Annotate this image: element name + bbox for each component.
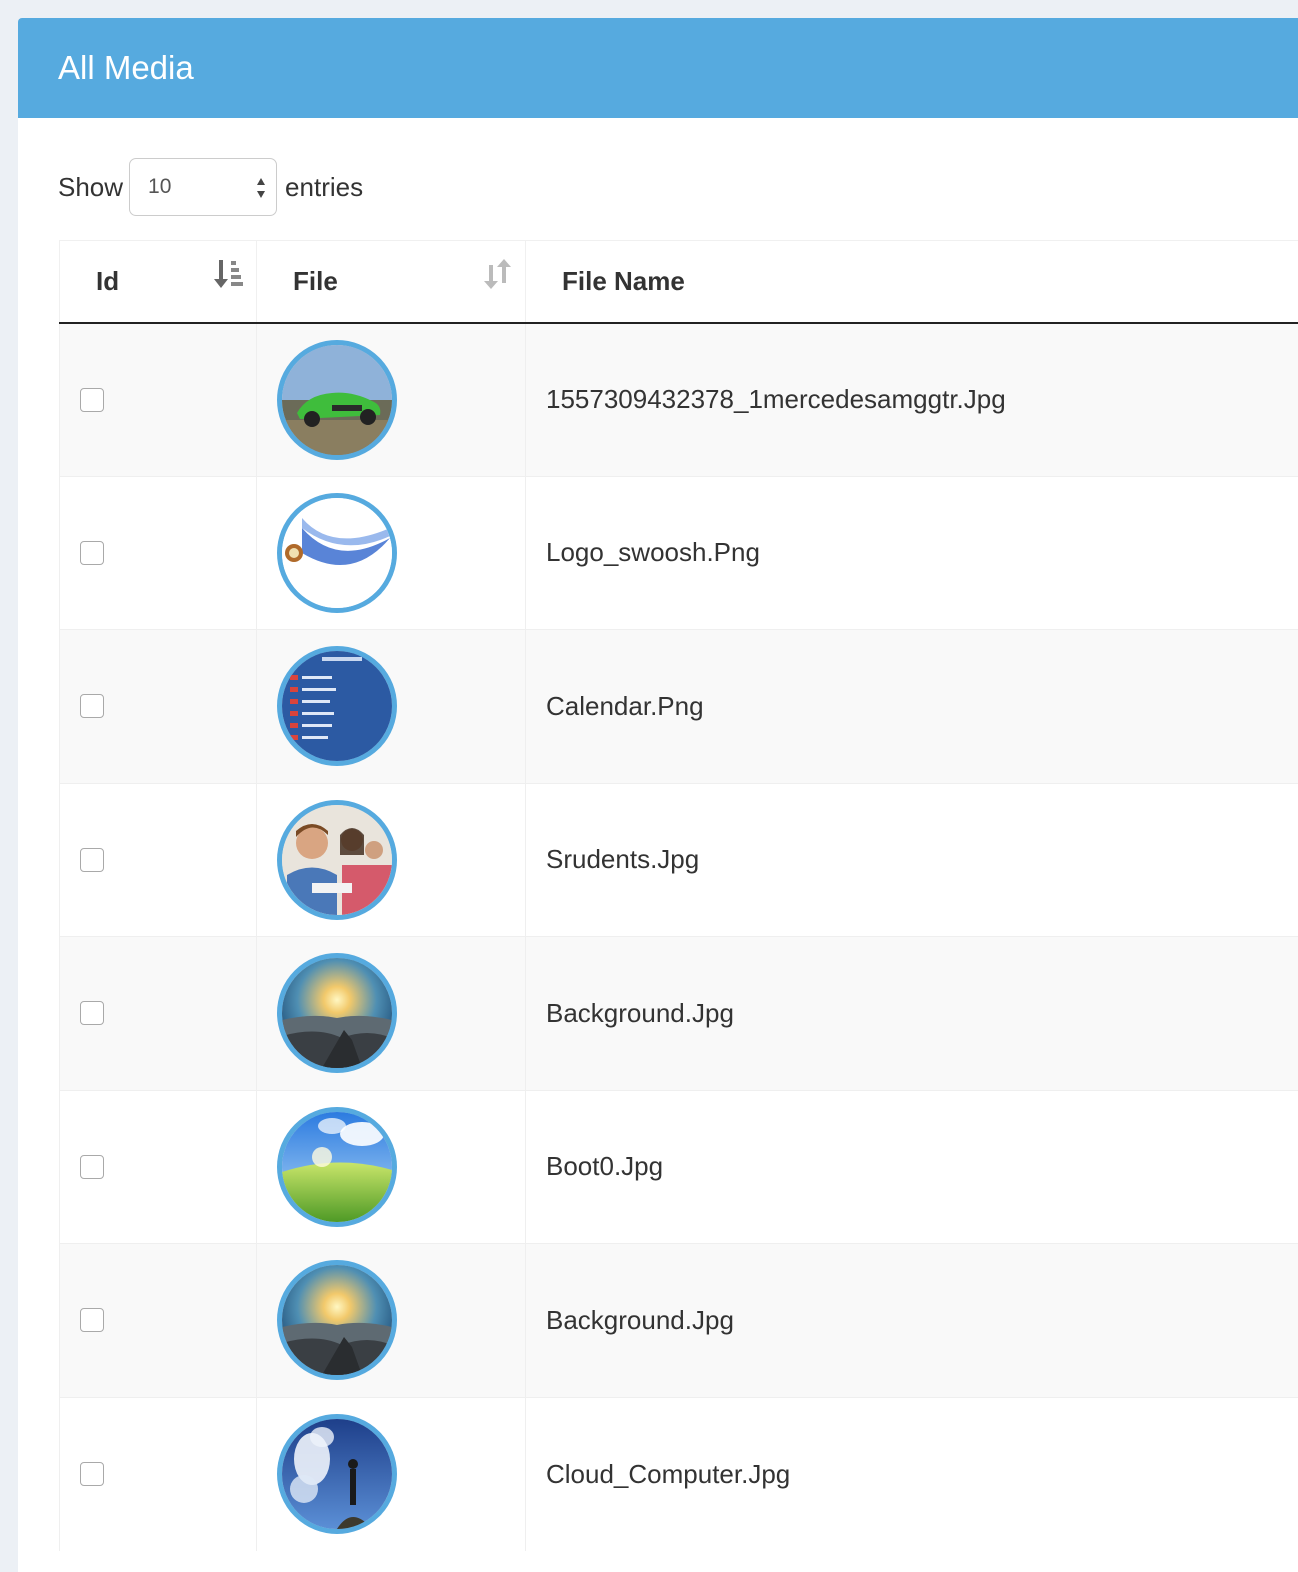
row-checkbox[interactable] xyxy=(80,1462,104,1486)
table-row: Logo_swoosh.Png xyxy=(59,475,1298,630)
show-label: Show xyxy=(58,171,124,202)
table-row: Srudents.Jpg xyxy=(59,782,1298,937)
mountain-sunrise-image xyxy=(277,953,397,1074)
media-table: Id File File Name 1557309432378_1mercede… xyxy=(59,240,1298,1551)
file-name-cell: Cloud_Computer.Jpg xyxy=(525,1396,1298,1551)
entries-select-value: 10 xyxy=(148,175,172,198)
sort-both-icon xyxy=(484,259,511,289)
media-panel: All Media Show 10 entries Id File File N… xyxy=(18,18,1298,1572)
file-name-cell: Logo_swoosh.Png xyxy=(525,475,1298,630)
green-hill-sky-image xyxy=(277,1106,397,1227)
row-checkbox[interactable] xyxy=(80,1308,104,1333)
mountain-sunrise-image xyxy=(277,1260,397,1381)
students-image xyxy=(277,799,397,920)
blue-swoosh-logo-image xyxy=(277,492,397,613)
calendar-image xyxy=(277,646,397,767)
table-row: Background.Jpg xyxy=(59,936,1298,1090)
table-header-row: Id File File Name xyxy=(59,240,1298,324)
cloud-person-image xyxy=(277,1414,397,1534)
file-name-cell: Background.Jpg xyxy=(525,1243,1298,1397)
select-arrows-icon xyxy=(257,178,266,198)
table-row: Calendar.Png xyxy=(59,629,1298,783)
column-header-id[interactable]: Id xyxy=(59,240,257,324)
column-header-file-name-label: File Name xyxy=(562,265,685,296)
sort-ascending-icon xyxy=(214,260,243,288)
file-name-cell: 1557309432378_1mercedesamggtr.Jpg xyxy=(525,322,1298,476)
row-checkbox[interactable] xyxy=(80,694,104,719)
row-checkbox[interactable] xyxy=(80,387,104,412)
table-row: 1557309432378_1mercedesamggtr.Jpg xyxy=(59,322,1298,476)
file-name-cell: Srudents.Jpg xyxy=(525,782,1298,937)
file-name-cell: Background.Jpg xyxy=(525,936,1298,1090)
row-checkbox[interactable] xyxy=(80,847,104,872)
column-header-file-label: File xyxy=(293,265,338,296)
entries-label: entries xyxy=(285,171,364,202)
green-car-image xyxy=(277,339,397,460)
table-row: Boot0.Jpg xyxy=(59,1089,1298,1244)
table-row: Background.Jpg xyxy=(59,1243,1298,1397)
entries-select[interactable]: 10 xyxy=(129,158,278,216)
column-header-file[interactable]: File xyxy=(256,240,526,324)
panel-title: All Media xyxy=(58,49,194,86)
column-header-file-name: File Name xyxy=(525,240,1298,324)
row-checkbox[interactable] xyxy=(80,1001,104,1026)
file-name-cell: Boot0.Jpg xyxy=(525,1089,1298,1244)
row-checkbox[interactable] xyxy=(80,1154,104,1179)
table-row: Cloud_Computer.Jpg xyxy=(59,1396,1298,1551)
entries-length-control: Show 10 entries xyxy=(58,158,363,216)
file-name-cell: Calendar.Png xyxy=(525,629,1298,783)
row-checkbox[interactable] xyxy=(80,540,104,565)
column-header-id-label: Id xyxy=(96,265,120,296)
panel-header: All Media xyxy=(18,18,1298,118)
